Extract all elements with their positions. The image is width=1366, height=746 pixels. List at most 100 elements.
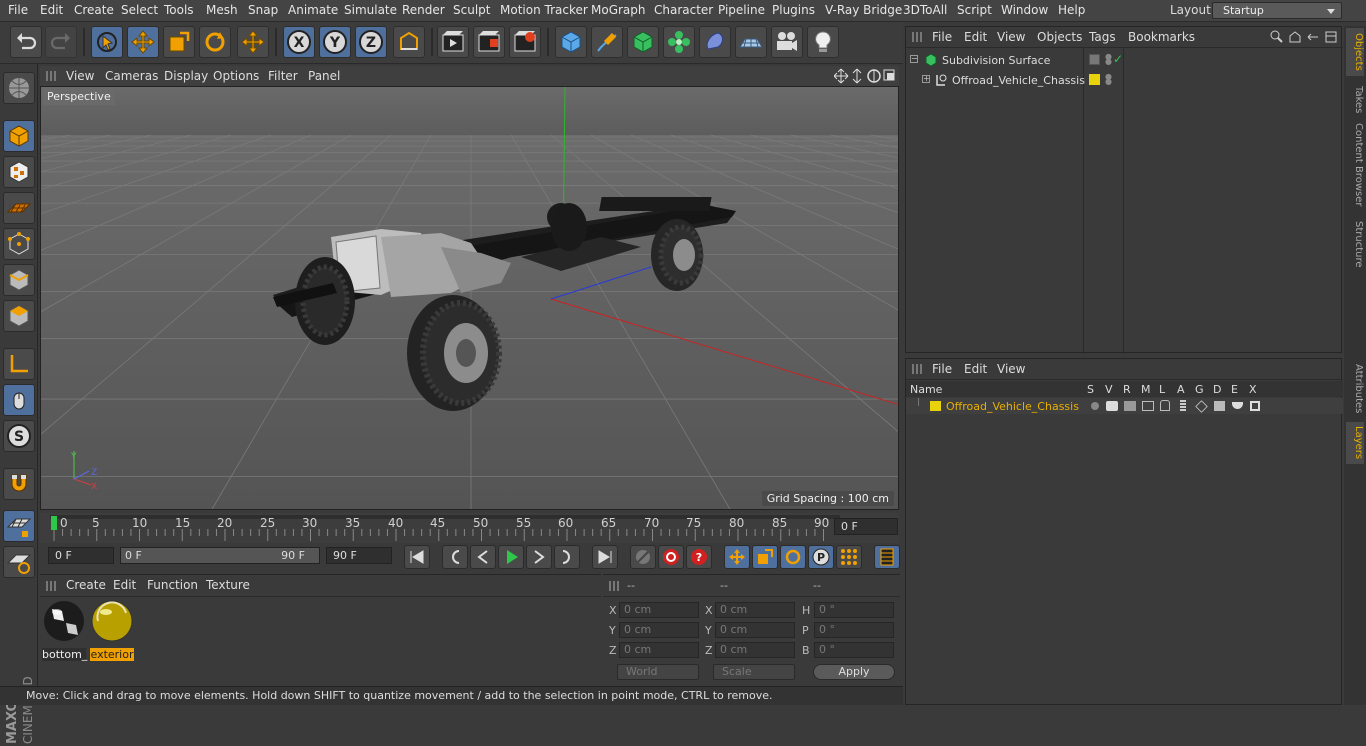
menu-character[interactable]: Character [654,3,713,17]
current-frame-field[interactable]: 0 F [834,518,898,535]
go-to-end-icon[interactable] [592,545,618,569]
live-selection-icon[interactable] [91,26,123,58]
menu-simulate[interactable]: Simulate [344,3,397,17]
material-menu-function[interactable]: Function [147,578,198,592]
menu-edit[interactable]: Edit [40,3,63,17]
render-picture-viewer-icon[interactable] [473,26,505,58]
next-key-icon[interactable] [554,545,580,569]
layers-menu-edit[interactable]: Edit [964,362,987,376]
menu-animate[interactable]: Animate [288,3,338,17]
key-scale-icon[interactable] [752,545,778,569]
key-position-icon[interactable] [724,545,750,569]
rotation-b-field[interactable]: 0 ° [814,642,894,658]
layer-row-offroad-vehicle-chassis[interactable]: Offroad_Vehicle_Chassis [906,398,1343,414]
viewport-menu-display[interactable]: Display [164,69,208,83]
go-to-start-icon[interactable] [404,545,430,569]
rotation-p-field[interactable]: 0 ° [814,622,894,638]
x-axis-icon[interactable]: X [283,26,315,58]
material-swatch-exterior[interactable]: exterior [90,599,134,661]
menu-window[interactable]: Window [1001,3,1048,17]
make-editable-icon[interactable] [3,72,35,104]
timeline-window-icon[interactable] [874,545,900,569]
end-frame-field[interactable]: 90 F [326,547,392,564]
polygons-mode-icon[interactable] [3,300,35,332]
texture-mode-icon[interactable] [3,156,35,188]
layers-menu-file[interactable]: File [932,362,952,376]
layer-expressions-icon[interactable] [1232,402,1243,409]
layer-color-icon[interactable] [1089,74,1100,85]
magnet-icon[interactable] [3,468,35,500]
object-manager-nav-icons[interactable] [1270,30,1340,44]
size-y-field[interactable]: 0 cm [715,622,795,638]
scale-icon[interactable] [163,26,195,58]
redo-icon[interactable] [45,26,77,58]
tab-objects[interactable]: Objects [1346,28,1364,76]
objects-menu-objects[interactable]: Objects [1037,30,1082,44]
play-icon[interactable] [498,545,524,569]
pen-icon[interactable] [591,26,623,58]
snap-icon[interactable] [3,510,35,542]
apply-button[interactable]: Apply [813,664,895,680]
menu-tools[interactable]: Tools [164,3,194,17]
rotation-h-field[interactable]: 0 ° [814,602,894,618]
menu-mesh[interactable]: Mesh [206,3,238,17]
edges-mode-icon[interactable] [3,264,35,296]
coordinate-system-icon[interactable] [393,26,425,58]
layer-animation-icon[interactable] [1180,400,1186,412]
menu-3dtoall[interactable]: 3DToAll [903,3,947,17]
record-active-objects-icon[interactable] [658,545,684,569]
menu-render[interactable]: Render [402,3,445,17]
layout-select[interactable]: Startup [1212,2,1342,19]
object-row-subdivision-surface[interactable]: − Subdivision Surface ● ● ✓ [906,51,1343,69]
size-x-field[interactable]: 0 cm [715,602,795,618]
layers-menu-view[interactable]: View [997,362,1025,376]
layer-view-icon[interactable] [1106,401,1118,411]
y-axis-icon[interactable]: Y [319,26,351,58]
tab-structure[interactable]: Structure [1346,218,1364,270]
timeline-ruler[interactable]: 0 5 10 15 20 25 30 35 40 45 50 55 60 65 … [40,513,899,543]
tab-takes[interactable]: Takes [1346,82,1364,118]
autokeying-icon[interactable]: ? [686,545,712,569]
viewport-menu-options[interactable]: Options [213,69,259,83]
camera-icon[interactable] [771,26,803,58]
objects-menu-view[interactable]: View [997,30,1025,44]
rotate-icon[interactable] [199,26,231,58]
menu-file[interactable]: File [8,3,28,17]
subdivision-icon[interactable] [627,26,659,58]
tab-content-browser[interactable]: Content Browser [1346,122,1364,208]
viewport-menu-panel[interactable]: Panel [308,69,340,83]
model-mode-icon[interactable] [3,120,35,152]
size-z-field[interactable]: 0 cm [715,642,795,658]
layer-solo-icon[interactable] [1091,402,1099,410]
axis-mode-icon[interactable] [3,348,35,380]
previous-key-icon[interactable] [442,545,468,569]
menu-snap[interactable]: Snap [248,3,278,17]
layer-tag-icon[interactable] [1089,54,1100,65]
key-rotation-icon[interactable] [780,545,806,569]
render-view-icon[interactable] [437,26,469,58]
object-row-offroad-vehicle-chassis[interactable]: + Offroad_Vehicle_Chassis ● ● [906,71,1343,89]
start-frame-field[interactable]: 0 F [48,547,114,564]
menu-motion-tracker[interactable]: Motion Tracker [500,3,588,17]
visibility-dots-icon[interactable]: ● ● [1105,73,1112,86]
menu-create[interactable]: Create [74,3,114,17]
record-disabled-icon[interactable] [630,545,656,569]
visibility-dots-icon[interactable]: ● ● [1105,53,1112,66]
layer-render-icon[interactable] [1124,401,1136,411]
undo-icon[interactable] [10,26,42,58]
layer-color-swatch[interactable] [930,401,941,411]
enabled-check-icon[interactable]: ✓ [1113,52,1123,66]
points-mode-icon[interactable] [3,228,35,260]
solo-icon[interactable]: S [3,420,35,452]
objects-menu-bookmarks[interactable]: Bookmarks [1128,30,1195,44]
menu-help[interactable]: Help [1058,3,1085,17]
viewport-menu-view[interactable]: View [66,69,94,83]
light-icon[interactable] [807,26,839,58]
material-menu-texture[interactable]: Texture [206,578,250,592]
material-menu-edit[interactable]: Edit [113,578,136,592]
tweak-mode-icon[interactable] [3,384,35,416]
objects-menu-tags[interactable]: Tags [1089,30,1116,44]
z-axis-icon[interactable]: Z [355,26,387,58]
last-tool-icon[interactable] [237,26,269,58]
layer-manager-icon[interactable] [1142,401,1154,411]
